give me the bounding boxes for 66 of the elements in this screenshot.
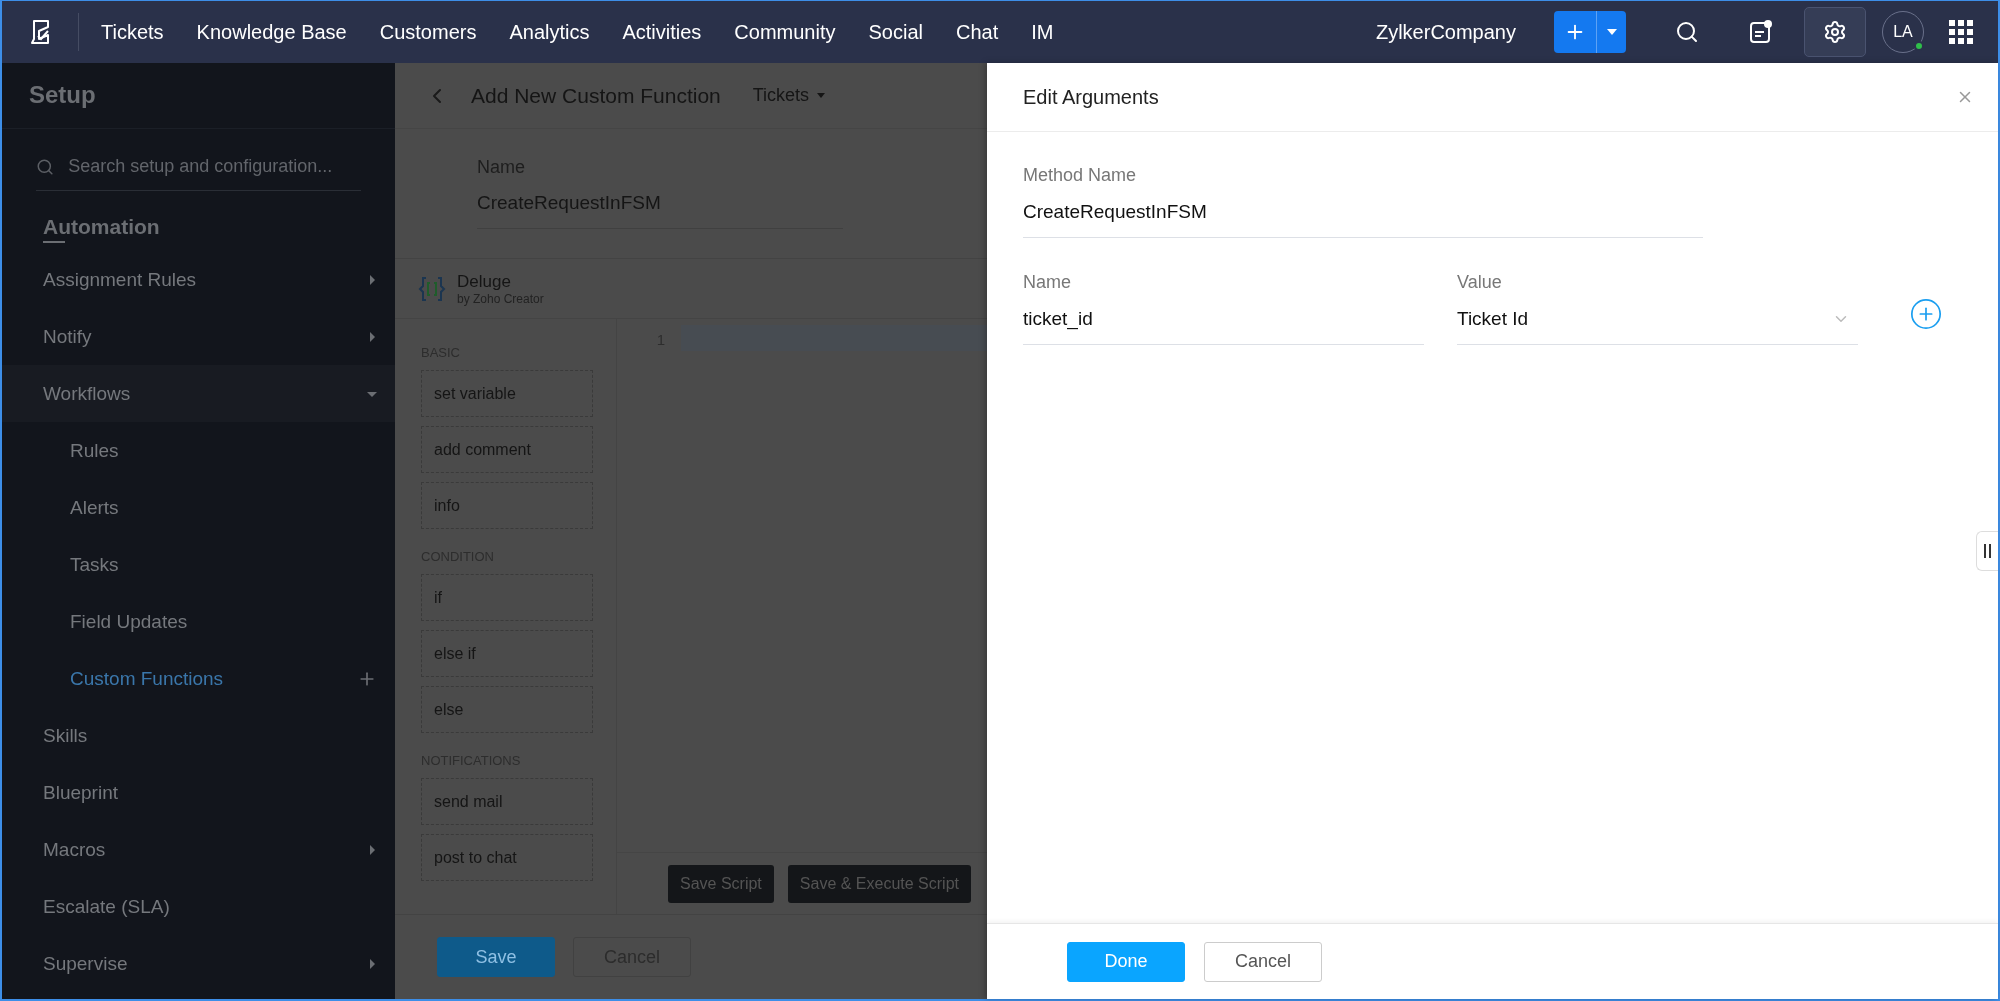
sidebar-item[interactable]: Workflows	[2, 365, 395, 422]
caret-icon	[367, 274, 377, 285]
nav-tab[interactable]: Activities	[622, 20, 702, 44]
caret-icon	[367, 958, 377, 969]
method-name-field[interactable]: CreateRequestInFSM	[1023, 201, 1703, 238]
sidebar-item-label: Supervise	[43, 952, 129, 975]
column-label: Name	[1023, 272, 1072, 293]
caret-icon	[1606, 29, 1617, 35]
caret-icon	[367, 331, 377, 342]
sidebar-item-label: Skills	[43, 724, 89, 747]
organization-name[interactable]: ZylkerCompany	[1375, 20, 1516, 44]
search-icon	[1675, 20, 1699, 44]
argument-value-dropdown[interactable]: Ticket Id	[1457, 308, 1858, 345]
sidebar-item[interactable]: Custom Functions	[2, 650, 395, 707]
nav-tab[interactable]: Chat	[956, 20, 999, 44]
script-button[interactable]: Save Script	[668, 864, 774, 903]
sidebar-item-label: Tasks	[70, 553, 120, 576]
add-argument-button[interactable]	[1909, 297, 1943, 331]
sidebar-item[interactable]: Blueprint	[2, 764, 395, 821]
sidebar-item-label: Macros	[43, 838, 107, 861]
primary-button[interactable]: Done	[1067, 941, 1185, 982]
sidebar-item-label: Workflows	[43, 382, 132, 405]
sidebar-item-label: Escalate (SLA)	[43, 895, 171, 918]
sidebar-item[interactable]: Supervise	[2, 935, 395, 992]
add-button[interactable]	[1554, 11, 1596, 53]
notes-icon	[1748, 19, 1774, 45]
settings-icon	[1823, 20, 1847, 44]
panel-handle[interactable]	[1976, 531, 1998, 571]
sidebar-item[interactable]: Tasks	[2, 536, 395, 593]
sidebar-item-label: Custom Functions	[70, 667, 225, 690]
caret-icon	[367, 844, 377, 855]
dialog-title: Edit Arguments	[1023, 85, 1160, 109]
sidebar-item-label: Alerts	[70, 496, 120, 519]
search-icon	[36, 156, 55, 177]
sidebar-item[interactable]: Notify	[2, 308, 395, 365]
primary-button[interactable]: Save	[437, 937, 555, 977]
sidebar-item[interactable]: Rules	[2, 422, 395, 479]
nav-tab[interactable]: Customers	[379, 20, 477, 44]
nav-tab[interactable]: Tickets	[101, 20, 164, 44]
nav-tab[interactable]: Knowledge Base	[196, 20, 347, 44]
plus-icon	[1909, 297, 1943, 331]
settings-button[interactable]	[1804, 7, 1866, 57]
caret-icon	[817, 93, 826, 98]
nav-tab[interactable]: Community	[734, 20, 836, 44]
sidebar-item[interactable]: Field Updates	[2, 593, 395, 650]
argument-name-field[interactable]: ticket_id	[1023, 308, 1424, 345]
column-label: Value	[1457, 272, 1503, 293]
sidebar-item[interactable]: Assignment Rules	[2, 251, 395, 308]
sidebar-item-label: Rules	[70, 439, 120, 462]
sidebar-item[interactable]: Escalate (SLA)	[2, 878, 395, 935]
field-label: Method Name	[1023, 165, 1138, 186]
sidebar-item[interactable]: Macros	[2, 821, 395, 878]
cancel-button[interactable]: Cancel	[1204, 941, 1322, 982]
sidebar-item[interactable]: Skills	[2, 707, 395, 764]
sidebar-item-label: Field Updates	[70, 610, 189, 633]
sidebar-item-label: Notify	[43, 325, 93, 348]
script-button[interactable]: Save & Execute Script	[787, 864, 971, 903]
nav-tab[interactable]: IM	[1031, 20, 1054, 44]
sidebar-item-label: Assignment Rules	[43, 268, 198, 291]
sidebar-item[interactable]: Alerts	[2, 479, 395, 536]
nav-tab[interactable]: Social	[868, 20, 923, 44]
apps-grid-icon[interactable]	[1948, 19, 1974, 45]
sidebar-item-label: Blueprint	[43, 781, 119, 804]
search-field[interactable]: Search setup and configuration...	[66, 155, 361, 178]
nav-tab[interactable]: Analytics	[509, 20, 590, 44]
dropdown-button[interactable]	[1596, 11, 1626, 53]
